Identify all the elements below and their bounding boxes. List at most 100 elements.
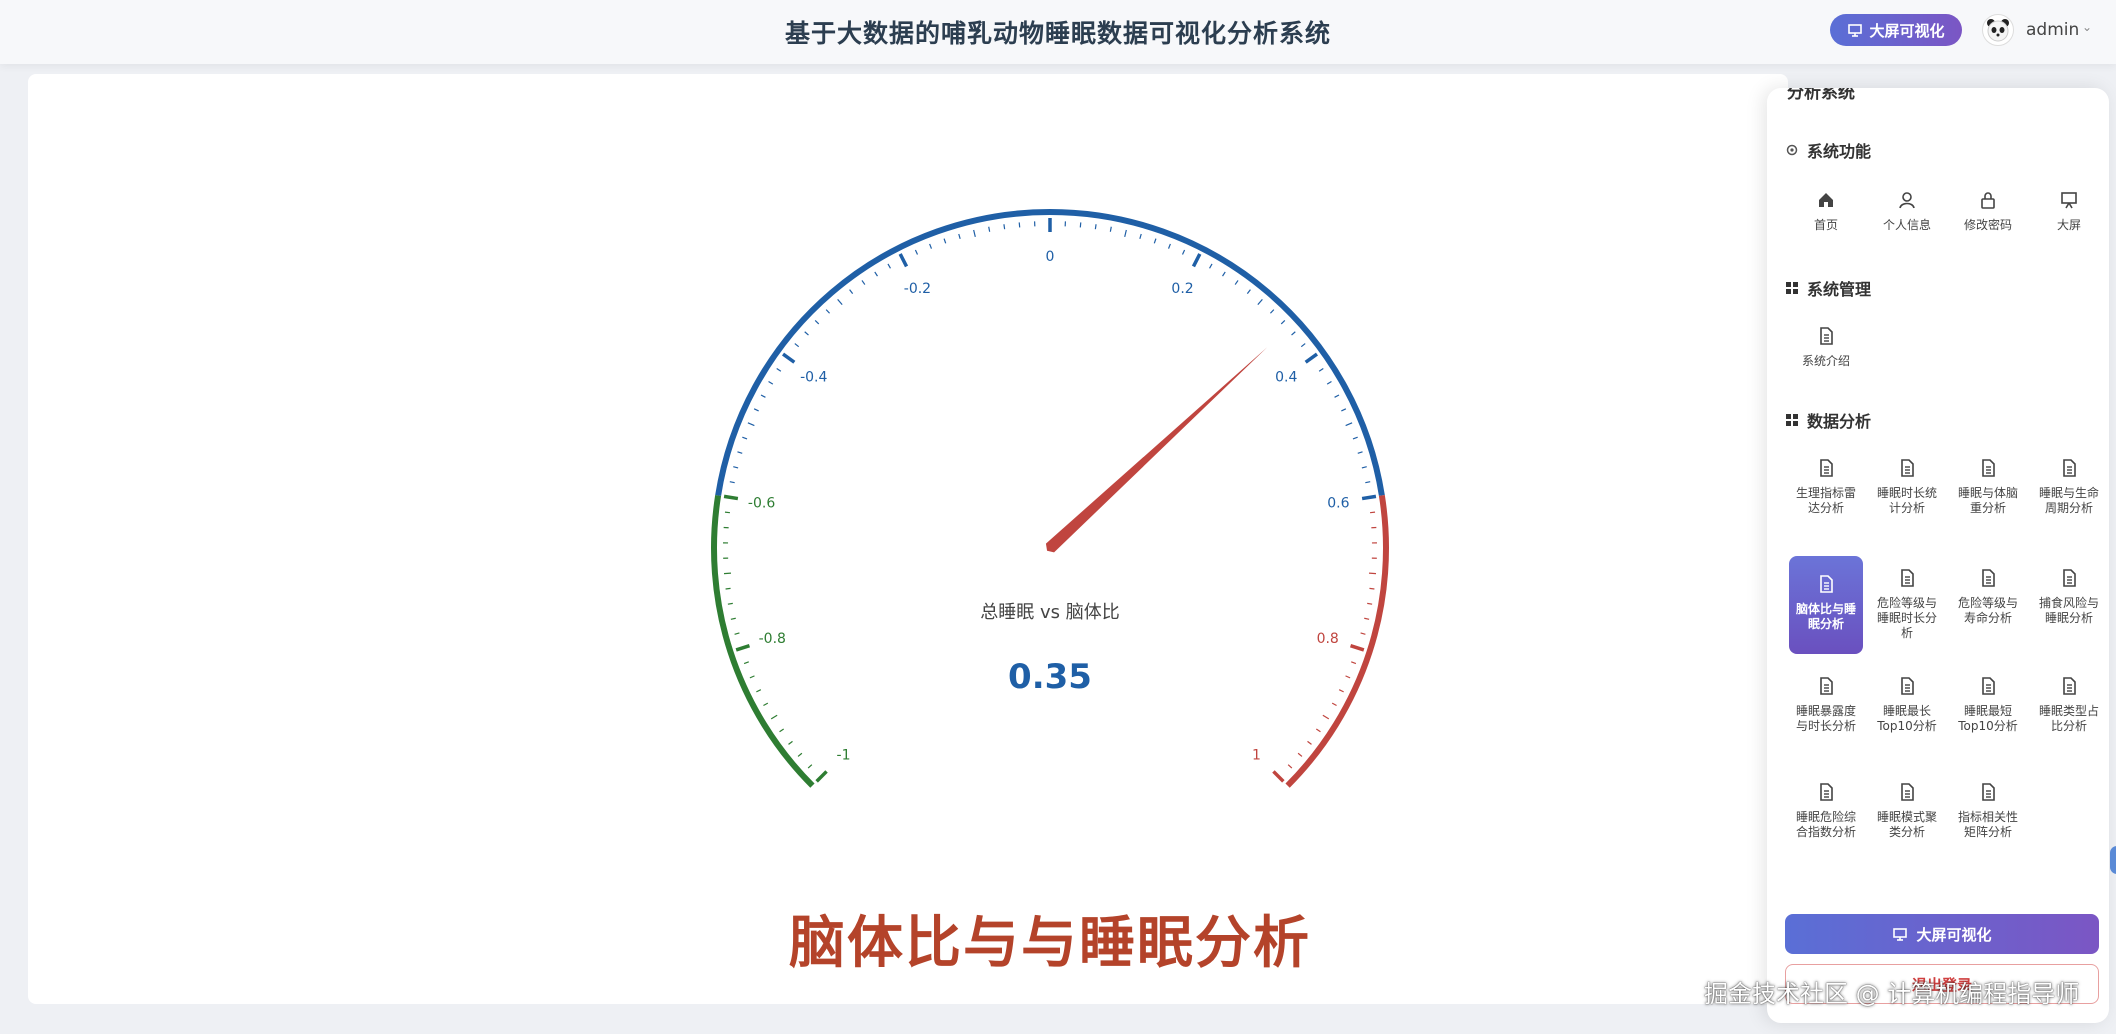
menu-item-1[interactable]: 睡眠时长统计分析 bbox=[1870, 458, 1944, 516]
menu-item-2[interactable]: 修改密码 bbox=[1951, 190, 2025, 233]
gauge-pointer bbox=[1045, 347, 1268, 553]
gauge-tick-label: -0.6 bbox=[748, 495, 775, 511]
gauge-minor-tick bbox=[1345, 422, 1353, 427]
document-icon bbox=[1870, 458, 1944, 482]
panel-screen-visualization-button[interactable]: 大屏可视化 bbox=[1785, 914, 2099, 954]
gauge-value: 0.35 bbox=[1008, 657, 1092, 697]
gauge-minor-tick bbox=[1003, 224, 1006, 230]
menu-item-label: 睡眠暴露度与时长分析 bbox=[1795, 704, 1856, 733]
menu-item-11[interactable]: 睡眠类型占比分析 bbox=[2032, 676, 2106, 734]
menu-item-label: 脑体比与睡眠分析 bbox=[1795, 602, 1856, 631]
watermark: 掘金技术社区 @ 计算机编程指导师 bbox=[1704, 980, 2080, 1008]
gauge-minor-tick bbox=[1357, 451, 1363, 454]
gauge-tick-label: -0.8 bbox=[759, 631, 786, 647]
menu-item-8[interactable]: 睡眠暴露度与时长分析 bbox=[1789, 676, 1863, 734]
section-title: 系统功能 bbox=[1807, 142, 1872, 161]
gauge-minor-tick bbox=[1352, 436, 1358, 440]
gauge-minor-tick bbox=[1326, 381, 1332, 385]
menu-item-0[interactable]: 生理指标雷达分析 bbox=[1789, 458, 1863, 516]
gauge-minor-tick bbox=[768, 381, 774, 385]
section-title: 系统管理 bbox=[1807, 280, 1872, 299]
gauge-minor-tick bbox=[807, 764, 813, 769]
gauge-minor-tick bbox=[1280, 320, 1286, 325]
gauge-major-tick bbox=[781, 352, 796, 364]
menu-item-10[interactable]: 睡眠最短Top10分析 bbox=[1951, 676, 2025, 734]
gauge-tick-label: 0.2 bbox=[1171, 281, 1193, 297]
menu-item-0[interactable]: 首页 bbox=[1789, 190, 1863, 233]
menu-item-4-active[interactable]: 脑体比与睡眠分析 bbox=[1789, 556, 1863, 654]
gauge-minor-tick bbox=[1369, 587, 1375, 590]
function-panel: 分析系统 系统功能 首页 个人信息 修改密码 大屏 系统管理 系统介绍 数据分析 生理… bbox=[1767, 88, 2109, 1023]
gauge-minor-tick bbox=[1257, 298, 1263, 306]
gauge-minor-tick bbox=[1365, 481, 1371, 484]
gauge-minor-tick bbox=[929, 243, 933, 249]
gauge-minor-tick bbox=[756, 689, 762, 693]
menu-item-6[interactable]: 危险等级与寿命分析 bbox=[1951, 568, 2025, 626]
menu-item-label: 睡眠最短Top10分析 bbox=[1958, 704, 2018, 733]
gauge-major-tick bbox=[1304, 352, 1319, 364]
gauge-tick-label: -0.4 bbox=[800, 369, 827, 385]
gauge-minor-tick bbox=[861, 280, 866, 285]
menu-item-14[interactable]: 指标相关性矩阵分析 bbox=[1951, 782, 2025, 840]
document-icon bbox=[1951, 568, 2025, 592]
menu-item-3[interactable]: 睡眠与生命周期分析 bbox=[2032, 458, 2106, 516]
gauge-major-tick bbox=[735, 643, 751, 652]
gauge-minor-tick bbox=[734, 632, 740, 635]
scroll-handle[interactable] bbox=[2110, 846, 2116, 874]
gauge-minor-tick bbox=[1368, 572, 1377, 575]
menu-item-label: 修改密码 bbox=[1963, 218, 2012, 232]
panel-title: 分析系统 bbox=[1787, 88, 1855, 103]
gauge-minor-tick bbox=[1287, 764, 1293, 769]
gauge-minor-tick bbox=[770, 714, 778, 720]
document-icon bbox=[1789, 782, 1863, 806]
gauge-minor-tick bbox=[776, 367, 782, 372]
panel-screen-visualization-label: 大屏可视化 bbox=[1916, 925, 1992, 944]
gauge-minor-tick bbox=[958, 233, 961, 239]
menu-item-3[interactable]: 大屏 bbox=[2032, 190, 2106, 233]
gauge-minor-tick bbox=[1167, 243, 1171, 249]
gauge-minor-tick bbox=[794, 343, 800, 348]
menu-item-label: 指标相关性矩阵分析 bbox=[1957, 810, 2018, 839]
menu-item-12[interactable]: 睡眠危险综合指数分析 bbox=[1789, 782, 1863, 840]
gauge-minor-tick bbox=[743, 661, 749, 665]
document-icon bbox=[2032, 458, 2106, 482]
gauge-minor-tick bbox=[849, 289, 854, 294]
gauge-minor-tick bbox=[1094, 224, 1097, 230]
gauge-minor-tick bbox=[1222, 271, 1226, 277]
menu-item-5[interactable]: 危险等级与睡眠时长分析 bbox=[1870, 568, 1944, 641]
gauge-minor-tick bbox=[788, 740, 793, 745]
gauge-major-tick bbox=[1191, 253, 1202, 268]
gauge-tick-label: 0.8 bbox=[1317, 631, 1339, 647]
lock-icon bbox=[1951, 190, 2025, 214]
document-icon bbox=[1870, 568, 1944, 592]
menu-item-1[interactable]: 个人信息 bbox=[1870, 190, 1944, 233]
gauge-tick-label: -0.2 bbox=[904, 281, 931, 297]
menu-item-label: 系统介绍 bbox=[1801, 354, 1850, 368]
menu-item-2[interactable]: 睡眠与体脑重分析 bbox=[1951, 458, 2025, 516]
menu-item-label: 睡眠时长统计分析 bbox=[1876, 486, 1937, 515]
gauge-tick-label: -1 bbox=[837, 747, 851, 763]
gauge-major-tick bbox=[723, 494, 739, 501]
gauge-minor-tick bbox=[1315, 728, 1321, 733]
menu-item-label: 危险等级与睡眠时长分析 bbox=[1876, 596, 1937, 640]
menu-item-9[interactable]: 睡眠最长Top10分析 bbox=[1870, 676, 1944, 734]
menu-item-0[interactable]: 系统介绍 bbox=[1789, 326, 1863, 369]
gauge-minor-tick bbox=[1291, 331, 1296, 336]
document-icon bbox=[1951, 458, 2025, 482]
menu-item-7[interactable]: 捕食风险与睡眠分析 bbox=[2032, 568, 2106, 626]
gauge-minor-tick bbox=[1360, 632, 1366, 635]
gauge-major-tick bbox=[815, 770, 828, 783]
gauge-minor-tick bbox=[723, 572, 732, 575]
screen-icon bbox=[1893, 928, 1908, 941]
gauge-minor-tick bbox=[760, 394, 766, 398]
gauge-minor-tick bbox=[1345, 675, 1351, 679]
gauge-minor-tick bbox=[753, 408, 759, 412]
menu-item-label: 睡眠与体脑重分析 bbox=[1957, 486, 2018, 515]
gauge-minor-tick bbox=[1341, 408, 1347, 412]
gauge-minor-tick bbox=[1181, 249, 1186, 255]
gauge-minor-tick bbox=[797, 752, 803, 757]
gauge-tick-label: 0.6 bbox=[1327, 495, 1349, 511]
menu-item-13[interactable]: 睡眠模式聚类分析 bbox=[1870, 782, 1944, 840]
menu-item-label: 生理指标雷达分析 bbox=[1795, 486, 1856, 515]
document-icon bbox=[1951, 676, 2025, 700]
